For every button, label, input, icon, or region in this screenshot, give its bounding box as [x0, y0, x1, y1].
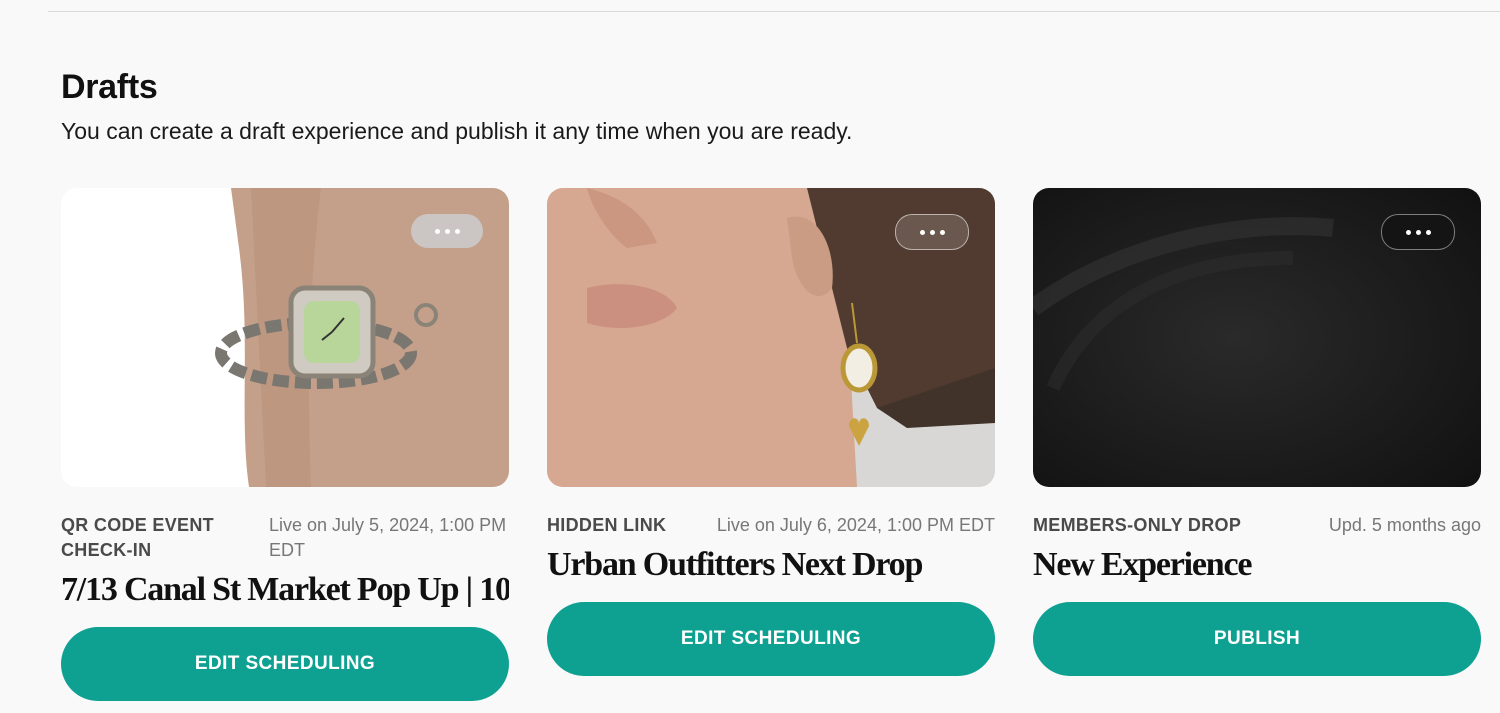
card-thumbnail[interactable]	[1033, 188, 1481, 487]
more-dots-icon	[919, 229, 945, 235]
card-title[interactable]: New Experience	[1033, 546, 1481, 584]
card-meta: HIDDEN LINK Live on July 6, 2024, 1:00 P…	[547, 513, 995, 538]
card-meta: QR CODE EVENT CHECK-IN Live on July 5, 2…	[61, 513, 509, 563]
edit-scheduling-button[interactable]: EDIT SCHEDULING	[547, 602, 995, 676]
draft-card[interactable]: MEMBERS-ONLY DROP Upd. 5 months ago New …	[1033, 188, 1481, 676]
experience-type: MEMBERS-ONLY DROP	[1033, 515, 1242, 535]
more-dots-icon	[434, 228, 460, 234]
card-thumbnail[interactable]	[547, 188, 995, 487]
more-dots-icon	[1405, 229, 1431, 235]
top-divider	[48, 11, 1500, 12]
experience-type: QR CODE EVENT CHECK-IN	[61, 515, 214, 560]
publish-button[interactable]: PUBLISH	[1033, 602, 1481, 676]
more-options-button[interactable]	[1381, 214, 1455, 250]
draft-card[interactable]: QR CODE EVENT CHECK-IN Live on July 5, 2…	[61, 188, 509, 701]
card-meta: MEMBERS-ONLY DROP Upd. 5 months ago	[1033, 513, 1481, 538]
edit-scheduling-button[interactable]: EDIT SCHEDULING	[61, 627, 509, 701]
draft-card[interactable]: HIDDEN LINK Live on July 6, 2024, 1:00 P…	[547, 188, 995, 676]
card-title[interactable]: 7/13 Canal St Market Pop Up | 10%	[61, 571, 509, 609]
page-title: Drafts	[61, 68, 158, 106]
schedule-date: Live on July 5, 2024, 1:00 PM EDT	[269, 515, 507, 560]
more-options-button[interactable]	[895, 214, 969, 250]
page-subtitle: You can create a draft experience and pu…	[61, 118, 853, 144]
more-options-button[interactable]	[411, 214, 483, 248]
experience-type: HIDDEN LINK	[547, 515, 667, 535]
card-thumbnail[interactable]	[61, 188, 509, 487]
schedule-date: Live on July 6, 2024, 1:00 PM EDT	[716, 515, 995, 535]
card-title[interactable]: Urban Outfitters Next Drop	[547, 546, 995, 584]
updated-date: Upd. 5 months ago	[1328, 515, 1481, 535]
